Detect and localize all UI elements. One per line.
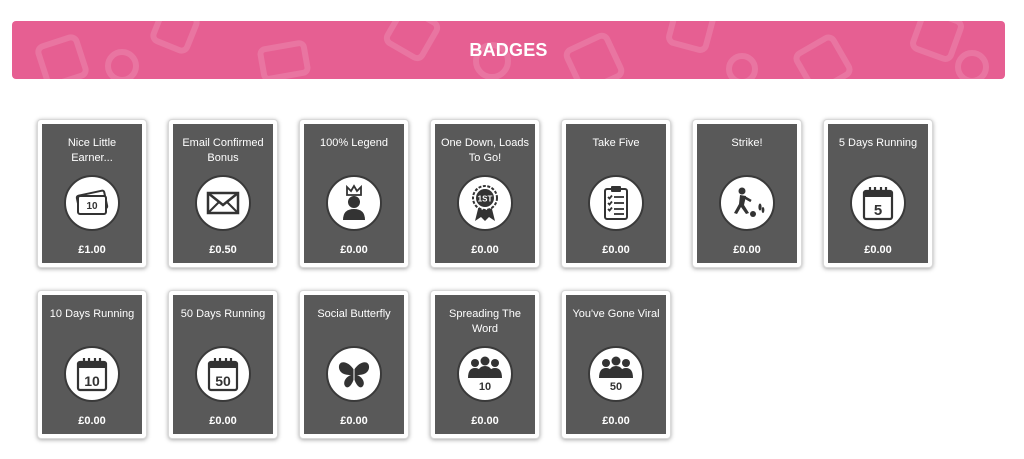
badge-title: 100% Legend (320, 137, 388, 149)
badge-card-gone-viral[interactable]: You've Gone Viral 50 £0.00 (561, 290, 671, 439)
crowd-number: 10 (479, 381, 491, 393)
badge-title: 50 Days Running (180, 308, 266, 320)
badge-value: £0.00 (209, 415, 237, 427)
badge-value: £0.00 (78, 415, 106, 427)
badge-card-body: 5 Days Running 5 £0.00 (828, 124, 928, 263)
badge-icon-circle (326, 175, 382, 231)
clipboard-icon (604, 186, 628, 220)
badge-card-spreading-the-word[interactable]: Spreading The Word 10 £0.00 (430, 290, 540, 439)
badge-card-nice-little-earner[interactable]: Nice Little Earner... 10 £1.00 (37, 119, 147, 268)
badge-icon-circle (326, 346, 382, 402)
badge-title: Strike! (731, 137, 763, 149)
badge-card-strike[interactable]: Strike! £0.00 (692, 119, 802, 268)
butterfly-icon (338, 362, 370, 388)
badge-card-body: Email Confirmed Bonus £0.50 (173, 124, 273, 263)
badge-title: Social Butterfly (317, 308, 391, 320)
badge-icon-circle: 50 (195, 346, 251, 402)
badge-card-body: Nice Little Earner... 10 £1.00 (42, 124, 142, 263)
envelope-icon (206, 191, 240, 215)
badge-value: £0.00 (471, 415, 499, 427)
rosette-label: 1ST (478, 195, 493, 204)
badge-title: Spreading The Word (449, 308, 521, 335)
badge-card-50-days-running[interactable]: 50 Days Running 50 £0.00 (168, 290, 278, 439)
badge-title: One Down, Loads To Go! (440, 137, 530, 164)
badge-title: Take Five (592, 137, 640, 149)
badge-card-body: 50 Days Running 50 £0.00 (173, 295, 273, 434)
badge-value: £0.00 (471, 244, 499, 256)
calendar-number: 50 (215, 373, 231, 389)
badge-value: £0.00 (340, 415, 368, 427)
calendar-icon: 50 (207, 358, 239, 392)
badge-card-body: 10 Days Running 10 £0.00 (42, 295, 142, 434)
badge-card-5-days-running[interactable]: 5 Days Running 5 £0.00 (823, 119, 933, 268)
badge-title: 10 Days Running (49, 308, 135, 320)
badge-icon-circle: 50 (588, 346, 644, 402)
page-title: BADGES (469, 39, 548, 60)
badge-icon-circle: 10 (64, 175, 120, 231)
crowd-icon: 10 (468, 356, 502, 393)
badge-card-one-down[interactable]: One Down, Loads To Go! 1ST £0.00 (430, 119, 540, 268)
badge-title: 5 Days Running (838, 137, 918, 149)
badge-icon-circle: 5 (850, 175, 906, 231)
badge-title: You've Gone Viral (572, 308, 660, 320)
badge-card-social-butterfly[interactable]: Social Butterfly £0.00 (299, 290, 409, 439)
bowling-icon (734, 187, 765, 217)
badge-card-body: Social Butterfly £0.00 (304, 295, 404, 434)
badge-card-email-confirmed[interactable]: Email Confirmed Bonus £0.50 (168, 119, 278, 268)
badge-card-100-legend[interactable]: 100% Legend £0.00 (299, 119, 409, 268)
badge-card-take-five[interactable]: Take Five £0.00 (561, 119, 671, 268)
badge-title: Email Confirmed Bonus (182, 137, 264, 164)
badge-value: £0.00 (340, 244, 368, 256)
badge-icon-circle: 1ST (457, 175, 513, 231)
badge-icon-circle (719, 175, 775, 231)
crowned-person-icon (343, 184, 365, 220)
svg-text:10: 10 (86, 201, 98, 212)
crowd-icon: 50 (599, 356, 633, 393)
badges-header-banner: BADGES (12, 21, 1005, 79)
badge-icon-circle: 10 (457, 346, 513, 402)
badge-card-body: Spreading The Word 10 £0.00 (435, 295, 535, 434)
calendar-number: 5 (874, 202, 882, 219)
money-icon: 10 (75, 189, 109, 215)
calendar-number: 10 (84, 373, 100, 389)
badge-value: £1.00 (78, 244, 106, 256)
badge-value: £0.00 (602, 415, 630, 427)
badge-card-body: You've Gone Viral 50 £0.00 (566, 295, 666, 434)
badge-icon-circle (588, 175, 644, 231)
rosette-1st-icon: 1ST (472, 185, 498, 221)
badge-card-body: Strike! £0.00 (697, 124, 797, 263)
badge-icon-circle (195, 175, 251, 231)
badge-title: Nice Little Earner... (67, 137, 117, 164)
badge-value: £0.00 (864, 244, 892, 256)
badge-card-body: 100% Legend £0.00 (304, 124, 404, 263)
badge-icon-circle: 10 (64, 346, 120, 402)
badge-card-body: One Down, Loads To Go! 1ST £0.00 (435, 124, 535, 263)
calendar-icon: 5 (862, 187, 894, 221)
calendar-icon: 10 (76, 358, 108, 392)
badge-value: £0.00 (602, 244, 630, 256)
badge-card-10-days-running[interactable]: 10 Days Running 10 £0.00 (37, 290, 147, 439)
badge-value: £0.00 (733, 244, 761, 256)
badge-card-body: Take Five £0.00 (566, 124, 666, 263)
badge-value: £0.50 (209, 244, 237, 256)
crowd-number: 50 (610, 381, 622, 393)
